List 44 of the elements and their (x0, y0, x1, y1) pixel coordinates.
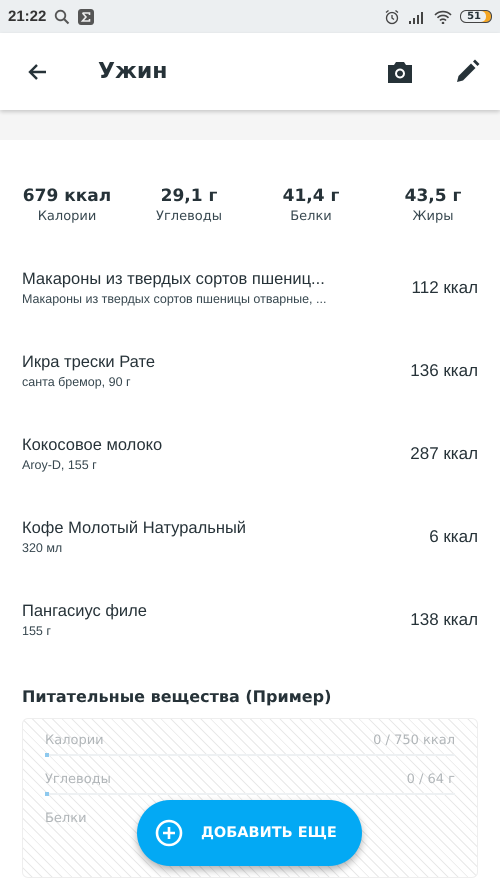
nutrient-reading: 0 / 64 г (406, 772, 455, 787)
search-icon (54, 8, 70, 24)
screen-title: Ужин (98, 59, 168, 84)
food-calories: 287 ккал (410, 444, 478, 464)
food-row[interactable]: Кофе Молотый Натуральный 320 мл 6 ккал (0, 495, 500, 578)
summary-value: 679 ккал (22, 186, 112, 206)
food-calories: 112 ккал (412, 278, 478, 298)
nutrient-reading: 0 / 750 ккал (373, 733, 455, 748)
food-detail: Макароны из твердых сортов пшеницы отварные, ... (22, 292, 326, 306)
food-row[interactable]: Икра трески Рате санта бремор, 90 г 136 ккал (0, 329, 500, 412)
nutrient-label: Калории (45, 733, 104, 748)
alarm-icon (384, 8, 400, 24)
nutrient-label: Углеводы (45, 772, 111, 787)
food-detail: Aroy-D, 155 г (22, 458, 98, 472)
food-detail: 155 г (22, 624, 52, 638)
food-row[interactable]: Кокосовое молоко Aroy-D, 155 г 287 ккал (0, 412, 500, 495)
camera-icon[interactable] (386, 60, 414, 84)
section-title: Питательные вещества (Пример) (22, 687, 332, 706)
pencil-icon[interactable] (454, 58, 480, 84)
food-name: Икра трески Рате (22, 352, 156, 372)
food-detail: санта бремор, 90 г (22, 374, 132, 388)
food-name: Макароны из твердых сортов пшениц... (22, 270, 326, 288)
nutrient-label: Белки (45, 811, 87, 826)
food-row[interactable]: Пангасиус филе 155 г 138 ккал (0, 578, 500, 661)
plus-circle-icon (155, 819, 183, 847)
summary-value: 43,5 г (404, 186, 462, 206)
battery-indicator: 51 (460, 10, 492, 23)
food-detail: 320 мл (22, 540, 64, 554)
food-calories: 138 ккал (410, 610, 478, 630)
summary-label: Углеводы (156, 209, 222, 224)
summary-label: Белки (290, 209, 332, 224)
food-calories: 136 ккал (410, 360, 478, 380)
food-calories: 6 ккал (429, 526, 478, 546)
wifi-icon (434, 10, 452, 24)
sigma-app-icon (78, 8, 94, 24)
summary-label: Жиры (412, 209, 454, 224)
summary-value: 29,1 г (160, 186, 218, 206)
summary-value: 41,4 г (282, 186, 340, 206)
food-name: Кофе Молотый Натуральный (22, 518, 246, 538)
food-name: Кокосовое молоко (22, 436, 162, 454)
food-name: Пангасиус филе (22, 602, 147, 620)
status-time: 21:22 (8, 8, 46, 25)
food-row[interactable]: Макароны из твердых сортов пшениц... Макароны из твердых сортов пшеницы отварные, ... 112 ккал (0, 246, 500, 329)
summary-label: Калории (38, 209, 96, 224)
